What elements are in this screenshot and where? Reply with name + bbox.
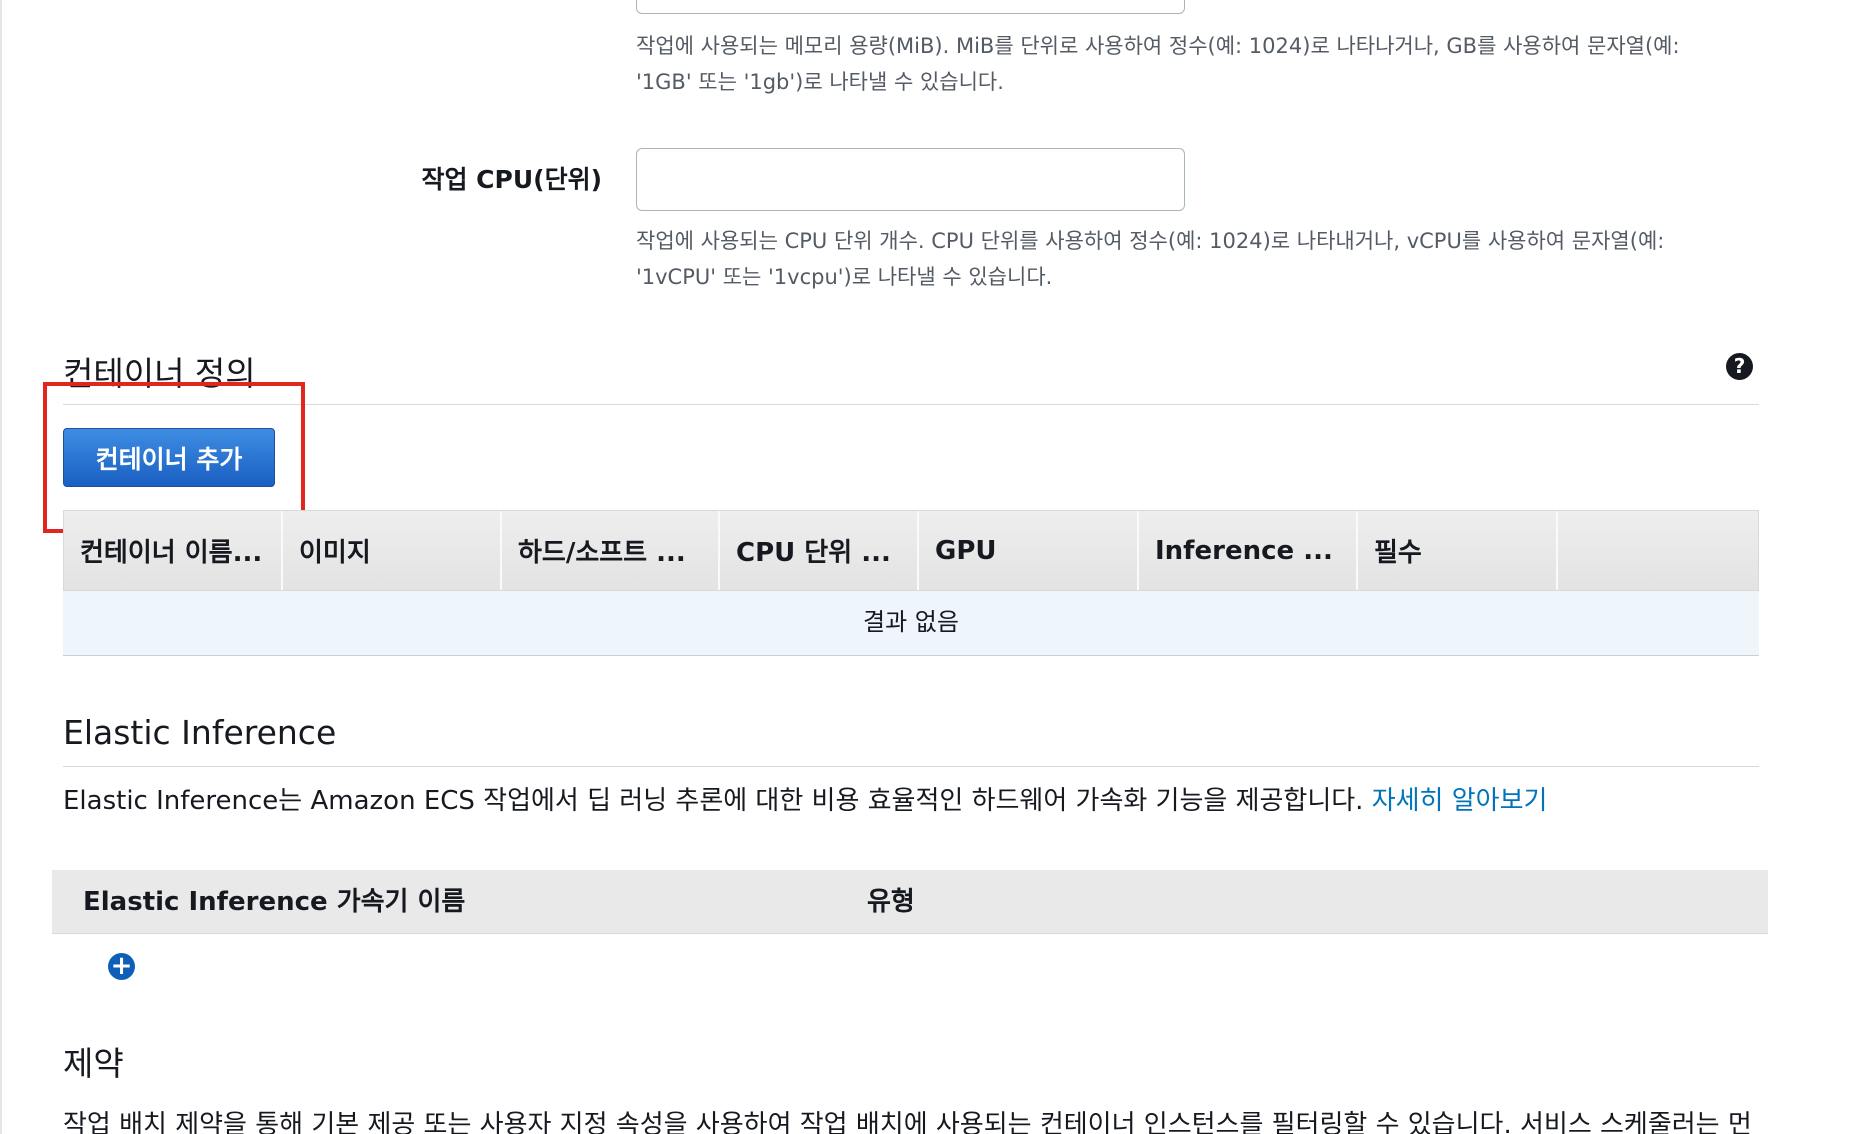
learn-more-link[interactable]: 자세히 알아보기 [1372, 786, 1548, 816]
left-border [0, 0, 2, 1134]
page: 작업에 사용되는 메모리 용량(MiB). MiB를 단위로 사용하여 정수(예… [0, 0, 1854, 1134]
column-accelerator-name: Elastic Inference 가속기 이름 [83, 887, 466, 917]
container-table-header: 컨테이너 이름... 이미지 하드/소프트 ... CPU 단위 ... GPU… [63, 510, 1759, 591]
add-container-button[interactable]: 컨테이너 추가 [63, 428, 275, 487]
column-cpu-units[interactable]: CPU 단위 ... [720, 511, 919, 590]
column-image[interactable]: 이미지 [283, 511, 502, 590]
column-gpu[interactable]: GPU [919, 511, 1139, 590]
elastic-inference-description: Elastic Inference는 Amazon ECS 작업에서 딥 러닝 … [63, 780, 1547, 817]
column-essential[interactable]: 필수 [1358, 511, 1558, 590]
cpu-help-line1: 작업에 사용되는 CPU 단위 개수. CPU 단위를 사용하여 정수(예: 1… [636, 229, 1665, 253]
cpu-help-text: 작업에 사용되는 CPU 단위 개수. CPU 단위를 사용하여 정수(예: 1… [636, 223, 1746, 295]
plus-circle-icon[interactable]: + [108, 953, 135, 980]
memory-help-line1: 작업에 사용되는 메모리 용량(MiB). MiB를 단위로 사용하여 정수(예… [636, 34, 1680, 58]
column-type: 유형 [867, 887, 915, 917]
memory-help-text: 작업에 사용되는 메모리 용량(MiB). MiB를 단위로 사용하여 정수(예… [636, 28, 1746, 100]
memory-help-line2: '1GB' 또는 '1gb')로 나타낼 수 있습니다. [636, 70, 1004, 94]
cpu-help-line2: '1vCPU' 또는 '1vcpu')로 나타낼 수 있습니다. [636, 265, 1053, 289]
cpu-input[interactable] [636, 148, 1185, 211]
column-container-name[interactable]: 컨테이너 이름... [64, 511, 283, 590]
cpu-field-label: 작업 CPU(단위) [421, 165, 602, 194]
column-inference[interactable]: Inference ... [1139, 511, 1358, 590]
elastic-inference-description-text: Elastic Inference는 Amazon ECS 작업에서 딥 러닝 … [63, 786, 1364, 816]
section-divider [63, 404, 1759, 405]
constraints-title: 제약 [63, 1044, 124, 1083]
constraints-description: 작업 배치 제약을 통해 기본 제공 또는 사용자 지정 속성을 사용하여 작업… [63, 1110, 1752, 1134]
container-section-title: 컨테이너 정의 [63, 354, 256, 393]
column-actions [1558, 511, 1758, 590]
column-hard-soft-limit[interactable]: 하드/소프트 ... [502, 511, 720, 590]
accelerator-table-header: Elastic Inference 가속기 이름 유형 [52, 870, 1768, 934]
memory-input[interactable] [636, 0, 1185, 14]
section-divider [63, 766, 1759, 767]
question-circle-icon[interactable]: ? [1726, 353, 1753, 380]
elastic-inference-title: Elastic Inference [63, 713, 337, 752]
empty-table-message: 결과 없음 [63, 591, 1759, 656]
